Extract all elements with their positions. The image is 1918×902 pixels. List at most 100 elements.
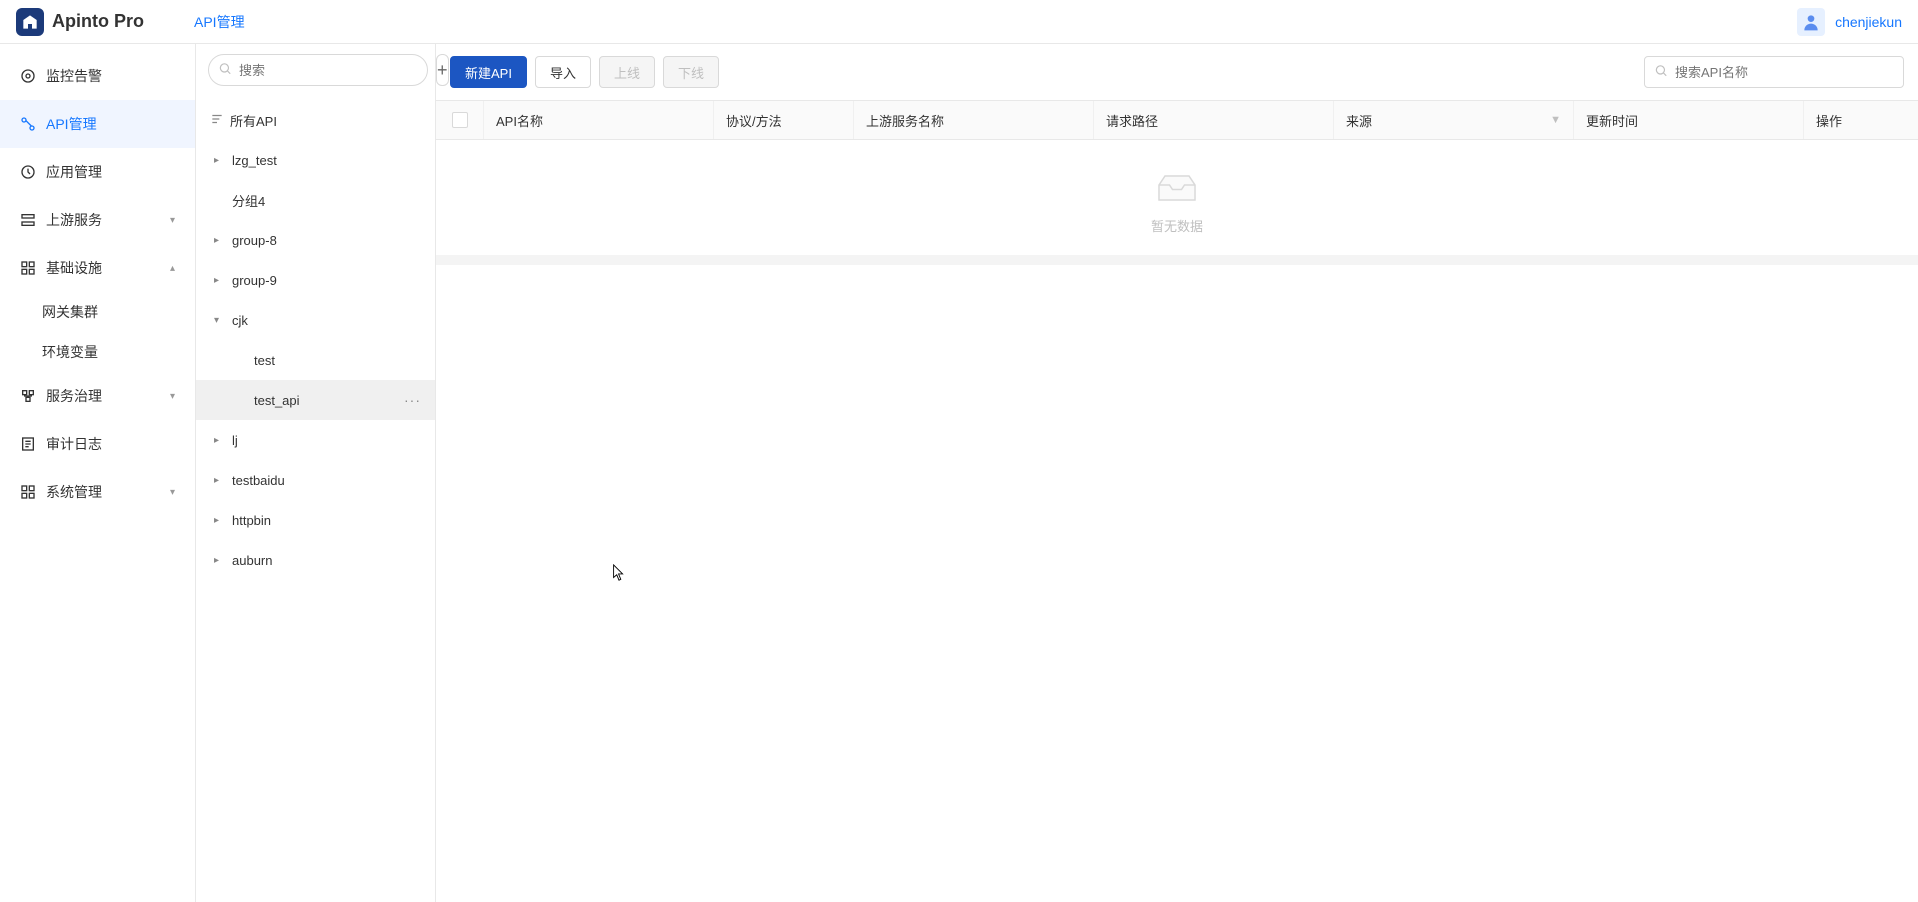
col-protocol[interactable]: 协议/方法 [714,101,854,139]
sidebar-item-governance[interactable]: 服务治理 ▾ [0,372,195,420]
chevron-right-icon: ▸ [214,275,226,286]
tree-item-label: 分组4 [232,191,265,210]
tree-item-label: auburn [232,553,272,568]
tree-list: 所有API ▸ lzg_test 分组4 ▸ group-8 ▸ group-9 ▾ cjk te… [196,96,435,902]
sidebar-item-api[interactable]: API管理 [0,100,195,148]
online-button[interactable]: 上线 [599,56,655,88]
tree-root-label: 所有API [230,111,277,130]
filter-icon[interactable]: ▼ [1550,114,1561,126]
tree-search-bar: + [196,44,435,96]
col-upstream[interactable]: 上游服务名称 [854,101,1094,139]
empty-text: 暂无数据 [1151,216,1203,235]
chevron-right-icon: ▸ [214,555,226,566]
tree-root-all[interactable]: 所有API [196,100,435,140]
search-icon [218,62,232,79]
chevron-down-icon: ▾ [170,487,175,498]
sidebar-item-audit[interactable]: 审计日志 [0,420,195,468]
sidebar-item-infra[interactable]: 基础设施 ▴ [0,244,195,292]
import-button[interactable]: 导入 [535,56,591,88]
offline-button[interactable]: 下线 [663,56,719,88]
sidebar-item-app[interactable]: 应用管理 [0,148,195,196]
sidebar-subitem-env[interactable]: 环境变量 [0,332,195,372]
sidebar-item-label: 服务治理 [46,386,102,406]
col-path[interactable]: 请求路径 [1094,101,1334,139]
tree-item[interactable]: ▸ auburn [196,540,435,580]
governance-icon [20,388,36,404]
sidebar-item-label: 上游服务 [46,210,102,230]
tree-item-label: testbaidu [232,473,285,488]
col-update[interactable]: 更新时间 [1574,101,1804,139]
more-icon[interactable]: ··· [404,392,421,408]
sidebar-item-label: 应用管理 [46,162,102,182]
monitor-icon [20,68,36,84]
breadcrumb[interactable]: API管理 [194,12,245,32]
tree-item-label: lj [232,433,238,448]
sidebar-item-label: 基础设施 [46,258,102,278]
username: chenjiekun [1835,14,1902,30]
col-checkbox [436,101,484,139]
tree-search-input[interactable] [208,54,428,86]
tree-item[interactable]: ▾ cjk [196,300,435,340]
col-source-label: 来源 [1346,111,1372,130]
table-footer-bar [436,255,1918,265]
audit-icon [20,436,36,452]
tree-item[interactable]: ▸ group-8 [196,220,435,260]
tree-item[interactable]: ▸ testbaidu [196,460,435,500]
col-name[interactable]: API名称 [484,101,714,139]
infra-icon [20,260,36,276]
sidebar-subitem-gateway[interactable]: 网关集群 [0,292,195,332]
toolbar: 新建API 导入 上线 下线 [436,44,1918,100]
sidebar-item-monitor[interactable]: 监控告警 [0,52,195,100]
sidebar-item-label: API管理 [46,114,97,134]
tree-item-label: group-9 [232,273,277,288]
chevron-right-icon: ▸ [214,475,226,486]
logo-text: Apinto Pro [52,11,144,32]
select-all-checkbox[interactable] [452,112,468,128]
chevron-down-icon: ▾ [214,315,226,326]
tree-item-label: cjk [232,313,248,328]
tree-item[interactable]: test_api··· [196,380,435,420]
col-source[interactable]: 来源 ▼ [1334,101,1574,139]
chevron-right-icon: ▸ [214,155,226,166]
table-header: API名称 协议/方法 上游服务名称 请求路径 来源 ▼ 更新时间 操作 [436,100,1918,140]
logo[interactable]: Apinto Pro [16,8,144,36]
chevron-right-icon: ▸ [214,235,226,246]
header: Apinto Pro API管理 chenjiekun [0,0,1918,44]
chevron-up-icon: ▴ [170,263,175,274]
search-icon [1654,64,1668,81]
empty-icon [1152,170,1202,206]
col-action: 操作 [1804,101,1918,139]
sidebar-item-label: 监控告警 [46,66,102,86]
tree-item[interactable]: 分组4 [196,180,435,220]
sidebar-item-label: 审计日志 [46,434,102,454]
logo-icon [16,8,44,36]
tree-item-label: lzg_test [232,153,277,168]
header-user[interactable]: chenjiekun [1797,8,1902,36]
create-api-button[interactable]: 新建API [450,56,527,88]
api-search-input[interactable] [1644,56,1904,88]
tree-item-label: test [254,353,275,368]
tree-item[interactable]: ▸ group-9 [196,260,435,300]
table: API名称 协议/方法 上游服务名称 请求路径 来源 ▼ 更新时间 操作 暂无数… [436,100,1918,902]
list-icon [210,112,224,129]
tree-item[interactable]: ▸lj [196,420,435,460]
sidebar-item-upstream[interactable]: 上游服务 ▾ [0,196,195,244]
api-icon [20,116,36,132]
chevron-down-icon: ▾ [170,391,175,402]
app-icon [20,164,36,180]
tree-item-label: group-8 [232,233,277,248]
sidebar-item-label: 系统管理 [46,482,102,502]
settings-icon [20,484,36,500]
tree-item[interactable]: ▸ lzg_test [196,140,435,180]
chevron-down-icon: ▾ [170,215,175,226]
upstream-icon [20,212,36,228]
sidebar-item-settings[interactable]: 系统管理 ▾ [0,468,195,516]
tree-panel: + 所有API ▸ lzg_test 分组4 ▸ group-8 ▸ group-9 ▾ cjk… [196,44,436,902]
tree-item-label: httpbin [232,513,271,528]
main-content: 新建API 导入 上线 下线 API名称 协议/方法 上游服务名称 [436,44,1918,902]
chevron-right-icon: ▸ [214,515,226,526]
sidebar: 监控告警 API管理 应用管理 上游服务 ▾ 基础设施 ▴ 网关集群 环境变量 … [0,44,196,902]
avatar [1797,8,1825,36]
tree-item[interactable]: ▸ httpbin [196,500,435,540]
tree-item[interactable]: test [196,340,435,380]
